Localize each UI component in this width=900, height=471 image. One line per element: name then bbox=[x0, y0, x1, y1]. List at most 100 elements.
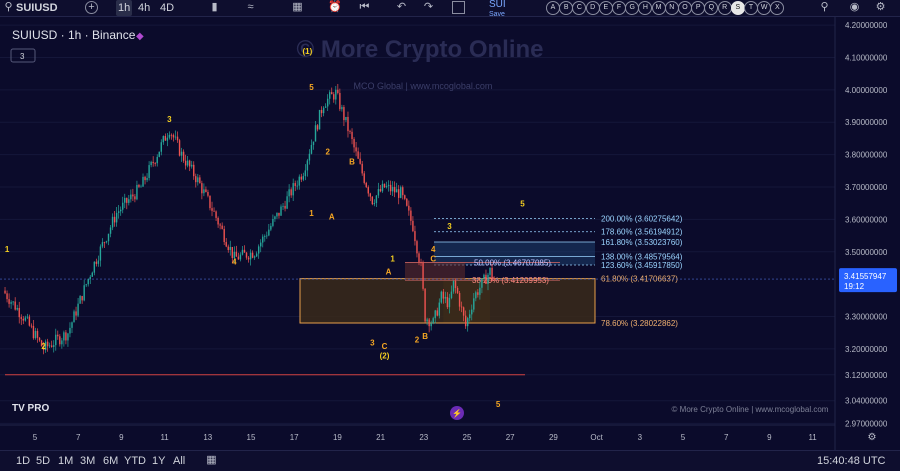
candle-body bbox=[473, 298, 475, 310]
candle-body bbox=[383, 183, 386, 188]
candle-body bbox=[36, 330, 39, 338]
watermark-sub: MCO Global | www.mcoglobal.com bbox=[354, 81, 493, 91]
candle-body bbox=[63, 332, 65, 341]
search-icon[interactable]: ⚲ bbox=[2, 1, 15, 14]
range-all-button[interactable]: All bbox=[173, 451, 185, 471]
candle-body bbox=[38, 337, 41, 341]
letter-h-button[interactable]: H bbox=[638, 1, 653, 15]
candle-body bbox=[464, 315, 467, 327]
candle-body bbox=[408, 205, 410, 211]
candle-body bbox=[46, 341, 49, 347]
letter-q-button[interactable]: Q bbox=[704, 1, 719, 15]
candle-body bbox=[249, 252, 252, 260]
range-6m-button[interactable]: 6M bbox=[103, 451, 118, 471]
candle-type-icon[interactable]: ▮ bbox=[208, 1, 221, 14]
wave-label-12: (2) bbox=[380, 352, 390, 361]
axis-settings-icon: ⚙ bbox=[868, 432, 877, 443]
letter-b-button[interactable]: B bbox=[559, 1, 574, 15]
letter-g-button[interactable]: G bbox=[625, 1, 640, 15]
candle-body bbox=[160, 142, 162, 152]
timeframe-4h[interactable]: 4h bbox=[138, 0, 150, 16]
candle-body bbox=[101, 242, 104, 247]
candle-body bbox=[217, 217, 219, 225]
candle-body bbox=[30, 325, 33, 327]
replay-icon[interactable]: ⏮ bbox=[358, 1, 371, 14]
letter-a-button[interactable]: A bbox=[546, 1, 560, 15]
letter-m-button[interactable]: M bbox=[651, 1, 666, 15]
candle-body bbox=[152, 161, 154, 164]
letter-f-button[interactable]: F bbox=[612, 1, 626, 15]
letter-d-button[interactable]: D bbox=[585, 1, 600, 15]
candle-body bbox=[59, 336, 61, 345]
candle-body bbox=[199, 177, 201, 184]
wave-label-10: 3 bbox=[370, 339, 375, 348]
range-1m-button[interactable]: 1M bbox=[58, 451, 73, 471]
x-tick-label-16: 7 bbox=[724, 433, 729, 442]
wave-label-16: B bbox=[422, 332, 428, 341]
candle-body bbox=[126, 197, 128, 203]
candle-body bbox=[144, 176, 146, 181]
fib-label-2: 161.80% (3.53023760) bbox=[601, 238, 683, 247]
indicator-icon: ◆ bbox=[136, 31, 144, 42]
lightning-icon: ⚡ bbox=[452, 408, 462, 418]
candle-body bbox=[322, 107, 325, 114]
candle-body bbox=[345, 116, 347, 121]
candle-body bbox=[235, 251, 238, 257]
candle-body bbox=[420, 262, 422, 264]
redo-icon[interactable]: ↷ bbox=[422, 1, 435, 14]
candle-body bbox=[97, 260, 100, 264]
x-tick-label-7: 19 bbox=[333, 433, 342, 442]
candle-body bbox=[262, 236, 264, 243]
range-5d-button[interactable]: 5D bbox=[36, 451, 50, 471]
range-1y-button[interactable]: 1Y bbox=[152, 451, 165, 471]
candle-body bbox=[391, 186, 394, 192]
retrace-label-0: 50.00% (3.46707085) bbox=[474, 258, 551, 267]
range-3m-button[interactable]: 3M bbox=[80, 451, 95, 471]
candle-body bbox=[156, 156, 158, 164]
letter-s-button[interactable]: S bbox=[730, 1, 745, 15]
letter-n-button[interactable]: N bbox=[664, 1, 679, 15]
timeframe-4d[interactable]: 4D bbox=[160, 0, 174, 16]
zoom-icon[interactable]: ⚲ bbox=[818, 1, 831, 14]
candle-body bbox=[26, 316, 29, 318]
candle-body bbox=[79, 296, 81, 304]
candle-body bbox=[272, 218, 274, 226]
y-tick-label-9: 3.20000000 bbox=[845, 345, 888, 354]
candle-body bbox=[22, 318, 25, 321]
candle-body bbox=[255, 253, 258, 257]
alert-icon[interactable]: ⏰ bbox=[328, 1, 342, 14]
candle-body bbox=[304, 170, 307, 177]
letter-x-button[interactable]: X bbox=[770, 1, 785, 15]
candle-body bbox=[418, 253, 420, 263]
camera-icon[interactable]: ◉ bbox=[848, 1, 861, 14]
letter-r-button[interactable]: R bbox=[717, 1, 732, 15]
range-ytd-button[interactable]: YTD bbox=[124, 451, 146, 471]
candle-body bbox=[241, 249, 244, 255]
letter-t-button[interactable]: T bbox=[744, 1, 758, 15]
last-price-countdown: 19:12 bbox=[844, 282, 865, 291]
zone-bottom-label: 78.60% (3.28022862) bbox=[601, 319, 678, 328]
fullscreen-icon[interactable] bbox=[452, 1, 465, 14]
chart-svg[interactable]: © More Crypto Online MCO Global | www.mco… bbox=[0, 17, 900, 450]
settings-icon[interactable]: ⚙ bbox=[874, 1, 887, 14]
candle-body bbox=[193, 164, 195, 177]
layout-grid-icon[interactable]: ▦ bbox=[291, 1, 304, 14]
letter-p-button[interactable]: P bbox=[691, 1, 706, 15]
undo-icon[interactable]: ↶ bbox=[395, 1, 408, 14]
timeframe-1h[interactable]: 1h bbox=[116, 0, 133, 16]
symbol-name[interactable]: SUIUSD bbox=[16, 0, 58, 16]
candle-body bbox=[312, 141, 315, 145]
add-symbol-icon[interactable]: + bbox=[85, 1, 98, 14]
candle-body bbox=[333, 94, 335, 100]
indicators-icon[interactable]: ≈ bbox=[244, 1, 257, 14]
letter-e-button[interactable]: E bbox=[598, 1, 613, 15]
candle-body bbox=[115, 212, 118, 223]
candle-body bbox=[67, 333, 69, 341]
candle-body bbox=[219, 224, 221, 226]
price-chart[interactable]: © More Crypto Online MCO Global | www.mco… bbox=[0, 17, 900, 450]
range-1d-button[interactable]: 1D bbox=[16, 451, 30, 471]
letter-w-button[interactable]: W bbox=[757, 1, 772, 15]
letter-c-button[interactable]: C bbox=[572, 1, 587, 15]
letter-o-button[interactable]: O bbox=[678, 1, 692, 15]
calendar-icon[interactable]: ▦ bbox=[205, 454, 218, 467]
